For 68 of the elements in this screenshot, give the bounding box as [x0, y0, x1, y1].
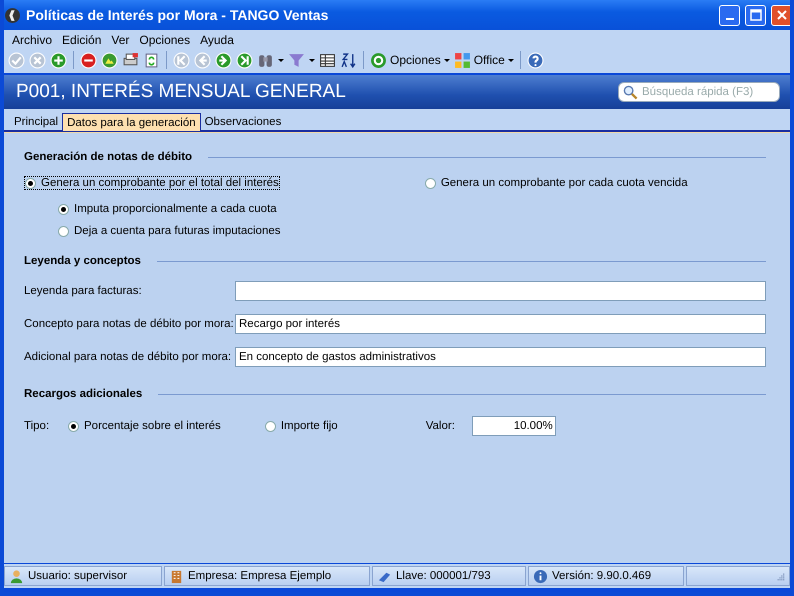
mountain-icon[interactable]: [101, 52, 118, 68]
menu-item[interactable]: Ayuda: [196, 32, 240, 48]
tab[interactable]: Principal: [10, 113, 62, 130]
caret-icon: [508, 58, 514, 62]
close-icon: [776, 9, 788, 21]
grid-icon[interactable]: [319, 52, 336, 68]
text-field[interactable]: [235, 281, 766, 301]
radio-button[interactable]: Deja a cuenta para futuras imputaciones: [58, 225, 280, 237]
menu-item[interactable]: Opciones: [135, 32, 196, 48]
section-heading: Recargos adicionales: [24, 388, 142, 400]
sort-icon[interactable]: [340, 52, 357, 68]
radio-indicator[interactable]: [58, 204, 69, 214]
radio-indicator[interactable]: [25, 178, 36, 188]
field-label: Leyenda para facturas:: [24, 285, 143, 297]
status-text: Usuario: supervisor: [28, 570, 128, 582]
radio-indicator[interactable]: [68, 420, 79, 432]
minimize-icon: [726, 18, 734, 20]
radio-button[interactable]: Importe fijo: [264, 420, 338, 432]
field-label: Valor:: [426, 420, 456, 432]
menu-item[interactable]: Edición: [58, 32, 108, 48]
office-icon: [454, 52, 471, 68]
toolbar-menu-button[interactable]: Opciones: [370, 52, 450, 68]
radio-indicator[interactable]: [264, 420, 276, 432]
search-field[interactable]: Búsqueda rápida (F3): [618, 82, 780, 102]
maximize-button[interactable]: [745, 4, 766, 26]
radio-button[interactable]: Porcentaje sobre el interés: [68, 420, 221, 432]
last-icon[interactable]: [236, 52, 253, 68]
caret-icon: [444, 58, 450, 62]
menu-item[interactable]: Archivo: [8, 32, 58, 48]
info-icon: [533, 568, 548, 584]
value-field[interactable]: 10.00%: [472, 416, 556, 436]
close-button[interactable]: [771, 4, 790, 26]
refresh-icon[interactable]: [143, 52, 160, 68]
field-label: Concepto para notas de débito por mora:: [24, 318, 235, 330]
caret-icon[interactable]: [309, 58, 315, 62]
menu-item[interactable]: Ver: [107, 32, 136, 48]
field-label: Tipo:: [24, 420, 50, 432]
tab[interactable]: Observaciones: [200, 113, 286, 130]
minimize-button[interactable]: [719, 4, 740, 26]
forward-icon[interactable]: [215, 52, 232, 68]
help-icon[interactable]: [526, 52, 544, 68]
section-heading: Generación de notas de débito: [24, 151, 192, 163]
user-icon: [9, 568, 24, 584]
window-title: Políticas de Interés por Mora - TANGO Ventas: [26, 7, 330, 23]
search-icon: [623, 84, 638, 100]
radio-indicator[interactable]: [58, 226, 69, 236]
field-label: Adicional para notas de débito por mora:: [24, 351, 232, 363]
maximize-icon: [750, 9, 762, 21]
app-icon: [4, 6, 21, 24]
radio-button[interactable]: Genera un comprobante por el total del interés: [25, 177, 279, 189]
remove-icon[interactable]: [80, 52, 97, 68]
caret-icon[interactable]: [278, 58, 284, 62]
record-title: P001, INTERÉS MENSUAL GENERAL: [16, 81, 346, 103]
status-text: Llave: 000001/793: [396, 570, 491, 582]
building-icon: [169, 568, 184, 584]
resize-grip-icon[interactable]: [775, 571, 785, 581]
status-text: Empresa: Empresa Ejemplo: [188, 570, 332, 582]
radio-button[interactable]: Genera un comprobante por cada cuota vencida: [424, 177, 688, 189]
status-text: Versión: 9.90.0.469: [552, 570, 652, 582]
section-heading: Leyenda y conceptos: [24, 255, 141, 267]
radio-indicator[interactable]: [424, 178, 436, 188]
tab[interactable]: Datos para la generación: [62, 113, 201, 131]
toolbar-menu-button[interactable]: Office: [454, 52, 514, 68]
add-icon[interactable]: [50, 52, 67, 68]
text-field[interactable]: Recargo por interés: [235, 314, 766, 334]
text-field[interactable]: En concepto de gastos administrativos: [235, 347, 766, 367]
radio-button[interactable]: Imputa proporcionalmente a cada cuota: [58, 203, 277, 215]
printer-icon[interactable]: [122, 52, 139, 68]
